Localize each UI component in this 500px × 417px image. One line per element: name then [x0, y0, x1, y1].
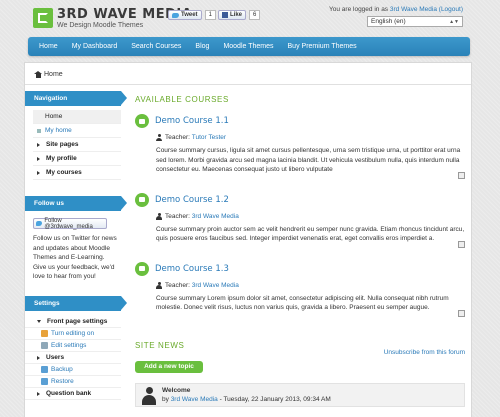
settings-block-title: Settings	[25, 296, 127, 311]
follow-block-title: Follow us	[25, 196, 127, 211]
course-info-icon[interactable]	[458, 309, 465, 317]
nav-blog[interactable]: Blog	[188, 37, 216, 56]
course-summary: Course summary cursus, ligula sit amet c…	[156, 147, 461, 173]
logo-icon	[33, 8, 53, 28]
nav-buy-premium-themes[interactable]: Buy Premium Themes	[281, 37, 364, 56]
settings-users[interactable]: Users	[25, 352, 121, 364]
collapsed-arrow-icon	[37, 170, 40, 175]
settings-edit-settings[interactable]: Edit settings	[25, 340, 121, 352]
course-item: Demo Course 1.2 Teacher: 3rd Wave Media …	[135, 192, 465, 248]
site-news-title: SITE NEWS	[135, 340, 185, 350]
twitter-follow-button[interactable]: Follow @3rdwave_media	[33, 218, 107, 230]
nav-search-courses[interactable]: Search Courses	[124, 37, 188, 56]
divider	[25, 84, 471, 85]
follow-text: Follow us on Twitter for news and update…	[33, 235, 117, 280]
collapsed-arrow-icon	[37, 391, 40, 396]
course-summary: Course summary proin auctor sem ac velit…	[156, 225, 465, 243]
twitter-bird-icon	[36, 221, 43, 226]
logo-subtitle: We Design Moodle Themes	[57, 22, 144, 29]
logout-link[interactable]: (Logout)	[439, 6, 463, 13]
tweet-widget[interactable]: Tweet 1	[168, 10, 216, 20]
restore-icon	[41, 378, 48, 385]
settings-block: Settings Front page settings Turn editin…	[25, 296, 127, 400]
breadcrumb-home[interactable]: Home	[44, 71, 63, 78]
course-teacher: Teacher: Tutor Tester	[156, 134, 465, 141]
unsubscribe-link[interactable]: Unsubscribe from this forum	[384, 349, 465, 356]
course-summary: Course summary Lorem ipsum dolor sit ame…	[156, 294, 449, 312]
main-content: AVAILABLE COURSES Demo Course 1.1 Teache…	[135, 95, 465, 407]
main-navbar: Home My Dashboard Search Courses Blog Mo…	[28, 37, 470, 56]
settings-backup[interactable]: Backup	[25, 364, 121, 376]
course-teacher: Teacher: 3rd Wave Media	[156, 212, 465, 220]
bullet-icon	[37, 128, 41, 133]
follow-block: Follow us Follow @3rdwave_media Follow u…	[25, 196, 127, 282]
pencil-icon	[41, 330, 48, 337]
nav-tree-home[interactable]: Home	[33, 110, 121, 124]
course-icon	[135, 261, 149, 276]
course-icon	[135, 192, 149, 207]
home-icon	[34, 71, 42, 78]
available-courses-title: AVAILABLE COURSES	[135, 95, 229, 104]
settings-question-bank[interactable]: Question bank	[25, 388, 121, 400]
course-name-link[interactable]: Demo Course 1.1	[155, 116, 229, 126]
user-icon	[156, 134, 162, 141]
settings-front-page[interactable]: Front page settings	[25, 316, 121, 328]
course-name-link[interactable]: Demo Course 1.2	[155, 195, 229, 205]
nav-home[interactable]: Home	[32, 37, 65, 56]
login-info: You are logged in as 3rd Wave Media (Log…	[329, 6, 463, 13]
avatar[interactable]	[142, 386, 156, 405]
like-count: 6	[249, 10, 261, 20]
course-item: Demo Course 1.1 Teacher: Tutor Tester Co…	[135, 114, 465, 179]
chevron-updown-icon: ▲▼	[449, 18, 459, 25]
collapsed-arrow-icon	[37, 142, 40, 147]
expanded-arrow-icon	[37, 320, 41, 323]
course-info-icon[interactable]	[458, 171, 465, 179]
nav-tree-site-pages[interactable]: Site pages	[33, 138, 121, 152]
login-user-link[interactable]: 3rd Wave Media	[390, 6, 437, 13]
settings-restore[interactable]: Restore	[25, 376, 121, 388]
nav-moodle-themes[interactable]: Moodle Themes	[216, 37, 280, 56]
post-author-link[interactable]: 3rd Wave Media	[171, 396, 218, 403]
nav-tree-my-profile[interactable]: My profile	[33, 152, 121, 166]
breadcrumb: Home	[34, 71, 63, 78]
course-name-link[interactable]: Demo Course 1.3	[155, 264, 229, 274]
collapsed-arrow-icon	[37, 156, 40, 161]
teacher-link[interactable]: Tutor Tester	[192, 134, 226, 141]
twitter-bird-icon	[172, 12, 179, 18]
navigation-block: Navigation Home My home Site pages My pr…	[25, 91, 127, 180]
tweet-button[interactable]: Tweet	[168, 10, 202, 20]
gear-icon	[41, 342, 48, 349]
teacher-link[interactable]: 3rd Wave Media	[192, 213, 239, 220]
post-title: Welcome	[162, 386, 191, 394]
nav-tree-my-courses[interactable]: My courses	[33, 166, 121, 180]
like-widget[interactable]: Like 6	[218, 10, 261, 20]
page-container: Home Navigation Home My home Site pages …	[24, 62, 472, 417]
user-icon	[156, 212, 162, 220]
teacher-link[interactable]: 3rd Wave Media	[192, 282, 239, 289]
course-teacher: Teacher: 3rd Wave Media	[156, 281, 465, 289]
tweet-count: 1	[204, 10, 216, 20]
navigation-block-title: Navigation	[25, 91, 127, 106]
collapsed-arrow-icon	[37, 355, 40, 360]
language-select[interactable]: English (en) ▲▼	[367, 16, 463, 27]
news-post: Welcome by 3rd Wave Media - Tuesday, 22 …	[135, 382, 465, 407]
backup-icon	[41, 366, 48, 373]
post-meta: by 3rd Wave Media - Tuesday, 22 January …	[162, 395, 331, 403]
nav-my-dashboard[interactable]: My Dashboard	[65, 37, 125, 56]
user-icon	[156, 281, 162, 289]
course-icon	[135, 114, 149, 128]
add-new-topic-button[interactable]: Add a new topic	[135, 360, 203, 373]
course-info-icon[interactable]	[458, 240, 465, 248]
facebook-thumb-icon	[222, 12, 228, 18]
settings-turn-editing-on[interactable]: Turn editing on	[25, 328, 121, 340]
nav-tree-my-home[interactable]: My home	[33, 124, 121, 138]
like-button[interactable]: Like	[218, 10, 247, 20]
course-item: Demo Course 1.3 Teacher: 3rd Wave Media …	[135, 261, 465, 317]
